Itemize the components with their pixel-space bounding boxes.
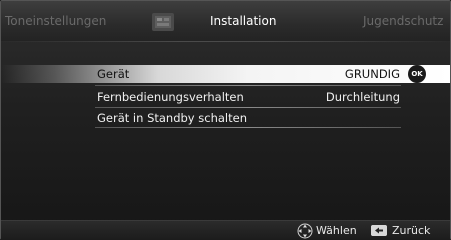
ok-button-icon[interactable]: OK (408, 65, 426, 83)
tv-menu-screen: Toneinstellungen Installation Jugendschu… (0, 0, 451, 240)
choose-hint-label: Wählen (316, 224, 357, 237)
menu-divider (95, 107, 401, 108)
settings-tools-icon (152, 13, 174, 31)
menu-item-standby[interactable]: Gerät in Standby schalten (1, 109, 450, 127)
tab-installation[interactable]: Installation (210, 14, 276, 28)
tab-jugendschutz[interactable]: Jugendschutz (363, 14, 443, 28)
menu-item-label: Fernbedienungsverhalten (97, 90, 244, 104)
menu-divider (95, 85, 401, 86)
menu-item-geraet[interactable]: Gerät GRUNDIG OK (1, 65, 450, 83)
menu-item-value: GRUNDIG (344, 67, 400, 81)
back-arrow-icon[interactable] (371, 225, 387, 236)
back-hint-label[interactable]: Zurück (392, 224, 430, 237)
menu-item-value: Durchleitung (325, 90, 400, 104)
menu-item-label: Gerät (97, 67, 130, 81)
menu-tab-bar: Toneinstellungen Installation Jugendschu… (1, 1, 450, 41)
tab-bar-divider (1, 41, 450, 42)
tab-toneinstellungen[interactable]: Toneinstellungen (5, 14, 106, 28)
menu-item-label: Gerät in Standby schalten (97, 111, 247, 125)
menu-item-fernbedienungsverhalten[interactable]: Fernbedienungsverhalten Durchleitung (1, 88, 450, 106)
menu-divider (95, 127, 401, 128)
footer-hint-bar: Wählen Zurück (1, 220, 450, 240)
navigation-arrows-icon (297, 223, 313, 239)
